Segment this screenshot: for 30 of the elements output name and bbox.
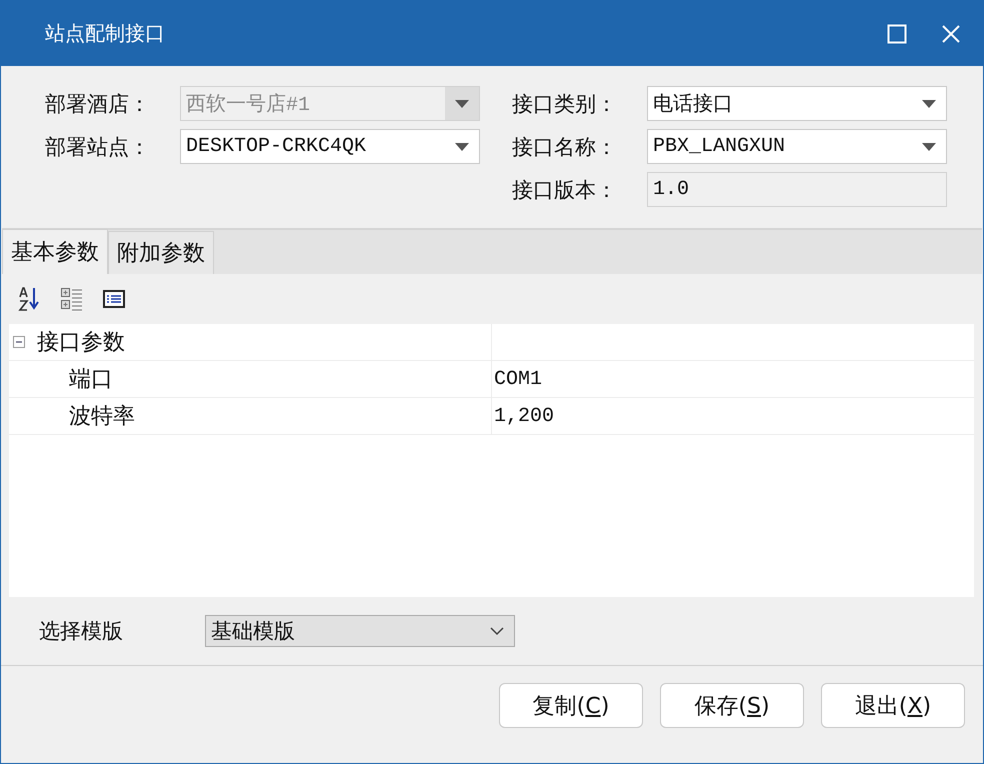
dropdown-arrow-icon[interactable] xyxy=(922,142,936,150)
property-value[interactable]: 1,200 xyxy=(492,404,554,428)
property-name: 波特率 xyxy=(68,403,135,431)
close-icon[interactable] xyxy=(941,24,961,44)
dropdown-field[interactable]: 电话接口 xyxy=(647,86,947,121)
field-label: 部署站点： xyxy=(45,134,151,160)
field-label: 接口版本： xyxy=(512,176,618,204)
collapse-icon[interactable] xyxy=(13,336,25,348)
dropdown-arrow-icon[interactable] xyxy=(455,142,469,150)
field-label: 部署酒店： xyxy=(45,90,151,118)
field-label: 接口类别： xyxy=(512,90,618,118)
dropdown-field[interactable]: DESKTOP-CRKC4QK xyxy=(180,129,480,164)
tab[interactable]: 基本参数 xyxy=(2,229,108,274)
template-label: 选择模版 xyxy=(39,618,124,645)
dropdown-arrow-icon[interactable] xyxy=(922,100,936,108)
tab[interactable]: 附加参数 xyxy=(108,231,214,274)
property-value[interactable]: COM1 xyxy=(492,368,542,390)
maximize-icon[interactable] xyxy=(887,24,907,44)
window-title: 站点配制接口 xyxy=(45,20,166,47)
dialog-button[interactable]: 退出(X) xyxy=(821,683,965,728)
template-dropdown[interactable]: 基础模版 xyxy=(205,615,515,647)
dialog-button[interactable]: 保存(S) xyxy=(660,683,804,728)
category-label: 接口参数 xyxy=(37,329,125,357)
readonly-field: 1.0 xyxy=(647,172,947,207)
chevron-down-icon xyxy=(490,626,504,636)
field-label: 接口名称： xyxy=(512,134,618,160)
categorized-icon[interactable] xyxy=(59,286,85,312)
property-name: 端口 xyxy=(68,366,113,394)
dropdown-field[interactable]: PBX_LANGXUN xyxy=(647,129,947,164)
dialog-button[interactable]: 复制(C) xyxy=(499,683,643,728)
